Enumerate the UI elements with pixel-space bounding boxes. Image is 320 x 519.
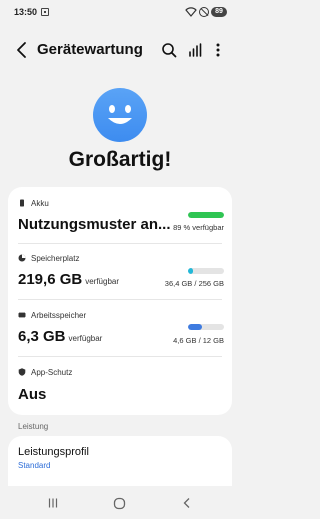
status-bar: 13:50 89 xyxy=(0,0,240,26)
performance-profile-subtitle: Standard xyxy=(18,461,51,470)
memory-label: Arbeitsspeicher xyxy=(31,310,87,320)
divider xyxy=(18,243,222,244)
storage-bar-fill xyxy=(188,268,194,274)
maintenance-card: Akku Nutzungsmuster an... 89 % verfügbar… xyxy=(8,187,232,415)
screenshot-icon xyxy=(41,8,49,16)
memory-bar xyxy=(188,324,224,330)
performance-profile-title: Leistungsprofil xyxy=(18,446,89,458)
memory-caption: 4,6 GB / 12 GB xyxy=(173,336,224,345)
stats-icon[interactable] xyxy=(187,41,203,59)
smiley-face-icon xyxy=(93,88,147,142)
divider xyxy=(18,299,222,300)
storage-icon xyxy=(18,254,26,262)
app-protection-item[interactable]: App-Schutz Aus xyxy=(18,366,224,404)
memory-bar-fill xyxy=(188,324,202,330)
back-icon[interactable] xyxy=(181,497,193,509)
battery-caption: 89 % verfügbar xyxy=(173,223,224,232)
battery-icon: 89 xyxy=(211,7,227,17)
app-header: Gerätewartung xyxy=(0,38,240,62)
status-heading: Großartig! xyxy=(68,148,172,171)
app-protection-label: App-Schutz xyxy=(31,367,73,377)
performance-profile-item[interactable]: Leistungsprofil Standard xyxy=(8,436,232,486)
battery-bar-fill xyxy=(188,212,224,218)
battery-label: Akku xyxy=(31,198,49,208)
app-protection-value: Aus xyxy=(18,386,47,403)
section-label: Leistung xyxy=(18,422,49,431)
divider xyxy=(18,356,222,357)
memory-icon xyxy=(18,312,26,318)
battery-bar xyxy=(188,212,224,218)
navigation-bar xyxy=(0,486,240,519)
back-arrow-icon[interactable] xyxy=(14,41,30,59)
storage-label: Speicherplatz xyxy=(31,253,80,263)
more-vertical-icon[interactable] xyxy=(210,41,226,59)
search-icon[interactable] xyxy=(161,41,177,59)
wifi-icon xyxy=(185,7,197,17)
home-icon[interactable] xyxy=(113,497,126,510)
storage-bar xyxy=(188,268,224,274)
page-title: Gerätewartung xyxy=(37,41,143,58)
recents-icon[interactable] xyxy=(47,497,59,509)
shield-icon xyxy=(18,368,26,376)
do-not-disturb-icon xyxy=(199,7,209,17)
status-time: 13:50 xyxy=(14,7,38,17)
battery-icon xyxy=(20,199,24,207)
storage-caption: 36,4 GB / 256 GB xyxy=(164,279,224,288)
